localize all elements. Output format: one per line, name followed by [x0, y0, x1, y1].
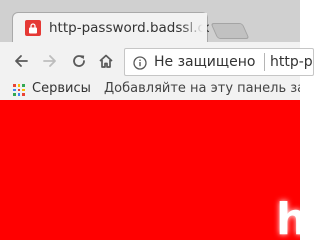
security-status-label[interactable]: Не защищено	[154, 54, 255, 70]
info-icon[interactable]	[133, 55, 147, 70]
browser-tab[interactable]: http-password.badssl.com	[12, 12, 209, 42]
apps-grid-icon[interactable]	[13, 84, 25, 96]
forward-arrow-icon[interactable]	[42, 53, 58, 69]
home-icon[interactable]	[98, 53, 114, 69]
bookmarks-hint-text: Добавляйте на эту панель закладки	[104, 81, 300, 96]
tab-title-fade	[181, 13, 207, 42]
reload-icon[interactable]	[71, 53, 87, 69]
url-text[interactable]: http-password.badssl.com	[270, 54, 313, 70]
page-content: h	[0, 100, 300, 240]
address-bar[interactable]: Не защищено http-password.badssl.com	[124, 48, 314, 76]
omnibox-divider	[264, 53, 265, 71]
bookmarks-bar: Сервисы Добавляйте на эту панель закладк…	[0, 78, 300, 100]
lock-icon	[25, 20, 41, 36]
tab-strip: http-password.badssl.com	[0, 0, 300, 42]
new-tab-icon[interactable]	[210, 23, 250, 39]
apps-shortcut-label[interactable]: Сервисы	[32, 81, 91, 96]
page-heading: h	[276, 194, 300, 240]
back-arrow-icon[interactable]	[13, 53, 29, 69]
